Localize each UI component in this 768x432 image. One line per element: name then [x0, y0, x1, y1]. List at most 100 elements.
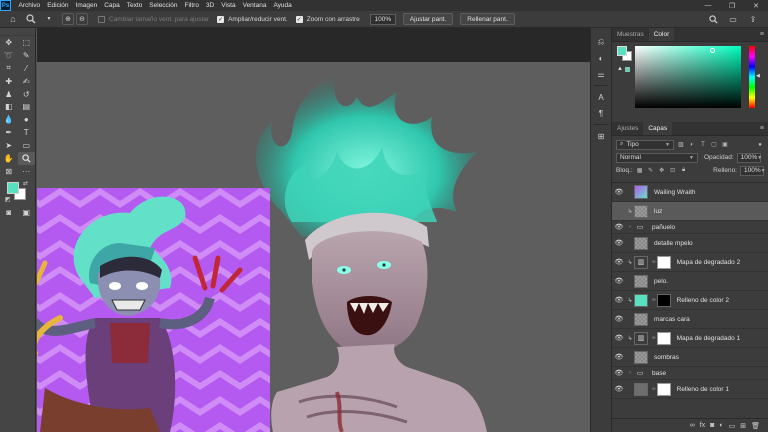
- saturation-brightness-field[interactable]: [635, 46, 741, 108]
- color-picker-marker[interactable]: [710, 48, 715, 53]
- visibility-eye-icon[interactable]: 👁︎: [612, 385, 626, 393]
- fill-screen-button[interactable]: Rellenar pant.: [460, 13, 515, 25]
- add-mask-icon[interactable]: ◙: [710, 422, 714, 429]
- lock-artboard-icon[interactable]: ⊡: [669, 167, 677, 175]
- brush-tool-icon[interactable]: ✍: [18, 75, 36, 88]
- new-adjustment-layer-icon[interactable]: ◐: [719, 422, 723, 429]
- character-panel-icon[interactable]: A: [591, 89, 611, 105]
- layer-row-pelo[interactable]: 👁︎ pelo.: [612, 272, 768, 291]
- visibility-eye-icon[interactable]: 👁︎: [612, 277, 626, 285]
- visibility-eye-icon[interactable]: 👁︎: [612, 369, 626, 377]
- filter-shape-icon[interactable]: ▢: [710, 141, 718, 149]
- layer-row-wailing-wraith[interactable]: 👁︎ Wailing Wraith: [612, 183, 768, 202]
- link-icon[interactable]: ∞: [652, 335, 656, 341]
- visibility-eye-icon[interactable]: 👁︎: [612, 353, 626, 361]
- new-layer-icon[interactable]: ⊞: [740, 422, 746, 430]
- layer-style-icon[interactable]: fx: [700, 422, 705, 429]
- edit-toolbar-icon[interactable]: ···: [18, 165, 36, 178]
- history-panel-icon[interactable]: ⎌: [591, 34, 611, 50]
- filter-toggle-icon[interactable]: ●: [756, 141, 764, 149]
- zoom-tool-preset-icon[interactable]: [24, 12, 38, 26]
- visibility-eye-icon[interactable]: 👁︎: [612, 296, 626, 304]
- tab-color[interactable]: Color: [648, 28, 675, 41]
- home-icon[interactable]: ⌂: [6, 12, 20, 26]
- color-foreground-swatch[interactable]: [617, 46, 627, 56]
- workspace-icon[interactable]: ▭: [726, 12, 740, 26]
- layer-row-mapa-de-degradado-2[interactable]: 👁︎ ↳ ▥ ∞ Mapa de degradado 2: [612, 253, 768, 272]
- default-colors-icon[interactable]: ◩: [5, 196, 11, 203]
- menu-texto[interactable]: Texto: [123, 2, 146, 9]
- clone-stamp-tool-icon[interactable]: ♟: [0, 88, 18, 101]
- tab-capas[interactable]: Capas: [643, 122, 673, 135]
- new-group-icon[interactable]: ▭: [729, 422, 736, 430]
- filter-smart-object-icon[interactable]: ▣: [721, 141, 729, 149]
- scrubby-zoom-checkbox[interactable]: ✓ Zoom con arrastre: [295, 15, 360, 23]
- menu-ventana[interactable]: Ventana: [239, 2, 270, 9]
- filter-adjustment-icon[interactable]: ◐: [688, 141, 696, 149]
- zoom-in-icon[interactable]: ⊕: [62, 13, 74, 25]
- visibility-eye-icon[interactable]: 👁︎: [612, 334, 626, 342]
- lasso-tool-icon[interactable]: ➰: [0, 49, 18, 62]
- panel-menu-icon[interactable]: ≡: [760, 28, 768, 41]
- gradient-tool-icon[interactable]: ▤: [18, 100, 36, 113]
- tab-ajustes[interactable]: Ajustes: [612, 122, 643, 135]
- share-icon[interactable]: ⇪: [746, 12, 760, 26]
- fit-screen-button[interactable]: Ajustar pant.: [402, 13, 454, 25]
- menu-edicion[interactable]: Edición: [44, 2, 72, 9]
- chevron-down-icon[interactable]: ▼: [42, 12, 56, 26]
- rectangle-tool-icon[interactable]: ▭: [18, 139, 36, 152]
- layer-row-sombras[interactable]: 👁︎ sombras: [612, 348, 768, 367]
- layer-row-detalle-mpelo[interactable]: 👁︎ detalle mpelo: [612, 234, 768, 253]
- chevron-right-icon[interactable]: ›: [626, 224, 634, 230]
- hand-tool-icon[interactable]: ✋: [0, 152, 18, 165]
- fill-field[interactable]: 100% ▼: [740, 165, 766, 176]
- canvas[interactable]: [37, 62, 590, 432]
- menu-archivo[interactable]: Archivo: [15, 2, 44, 9]
- opacity-field[interactable]: 100% ▼: [736, 152, 762, 163]
- toolbar-grip[interactable]: [0, 28, 35, 36]
- screen-mode-icon[interactable]: ▣: [18, 206, 36, 219]
- layer-row-luz[interactable]: ↳ luz: [612, 202, 768, 221]
- menu-vista[interactable]: Vista: [218, 2, 239, 9]
- lock-transparent-icon[interactable]: ▦: [636, 167, 644, 175]
- path-selection-tool-icon[interactable]: ➤: [0, 139, 18, 152]
- layer-filter-select[interactable]: ⌕ Tipo ▼: [616, 139, 674, 150]
- visibility-eye-icon[interactable]: 👁︎: [612, 258, 626, 266]
- chevron-right-icon[interactable]: ›: [626, 370, 634, 376]
- resize-windows-checkbox[interactable]: Cambiar tamaño vent. para ajustar: [98, 15, 209, 23]
- eraser-tool-icon[interactable]: ◧: [0, 100, 18, 113]
- minimize-button[interactable]: —: [696, 0, 720, 11]
- adjustments-panel-icon[interactable]: ◐: [591, 50, 611, 66]
- type-tool-icon[interactable]: T: [18, 126, 36, 139]
- dodge-tool-icon[interactable]: ●: [18, 113, 36, 126]
- quick-mask-icon[interactable]: ◙: [0, 206, 18, 219]
- menu-ayuda[interactable]: Ayuda: [270, 2, 295, 9]
- link-layers-icon[interactable]: ∞: [690, 422, 695, 429]
- link-icon[interactable]: ∞: [652, 386, 656, 392]
- properties-panel-icon[interactable]: ⚌: [591, 66, 611, 82]
- layer-row-relleno-de-color-1[interactable]: 👁︎ ∞ Relleno de color 1: [612, 380, 768, 399]
- hue-slider[interactable]: [749, 46, 755, 108]
- lock-image-icon[interactable]: ✎: [647, 167, 655, 175]
- paragraph-panel-icon[interactable]: ¶: [591, 105, 611, 121]
- visibility-eye-icon[interactable]: 👁︎: [612, 239, 626, 247]
- menu-imagen[interactable]: Imagen: [72, 2, 101, 9]
- move-tool-icon[interactable]: ✥: [0, 36, 18, 49]
- zoom-all-windows-checkbox[interactable]: ✓ Ampliar/reducir vent.: [217, 15, 288, 23]
- zoom-out-icon[interactable]: ⊖: [76, 13, 88, 25]
- layer-group-base[interactable]: 👁︎ › ▭ base: [612, 367, 768, 380]
- filter-type-icon[interactable]: T: [699, 141, 707, 149]
- filter-pixel-icon[interactable]: ▨: [677, 141, 685, 149]
- menu-3d[interactable]: 3D: [202, 2, 217, 9]
- libraries-panel-icon[interactable]: ⊞: [591, 128, 611, 144]
- menu-capa[interactable]: Capa: [101, 2, 124, 9]
- link-icon[interactable]: ∞: [652, 259, 656, 265]
- lock-all-icon[interactable]: 🔒︎: [680, 167, 688, 175]
- blend-mode-select[interactable]: Normal ▼: [616, 152, 698, 163]
- swap-colors-icon[interactable]: ⇄: [23, 180, 28, 187]
- hue-slider-arrow-icon[interactable]: ◀: [756, 73, 760, 79]
- quick-selection-tool-icon[interactable]: ✎: [18, 49, 36, 62]
- frame-tool-icon[interactable]: ⊠: [0, 165, 18, 178]
- layer-row-marcas-cara[interactable]: 👁︎ marcas cara: [612, 310, 768, 329]
- link-icon[interactable]: ∞: [652, 297, 656, 303]
